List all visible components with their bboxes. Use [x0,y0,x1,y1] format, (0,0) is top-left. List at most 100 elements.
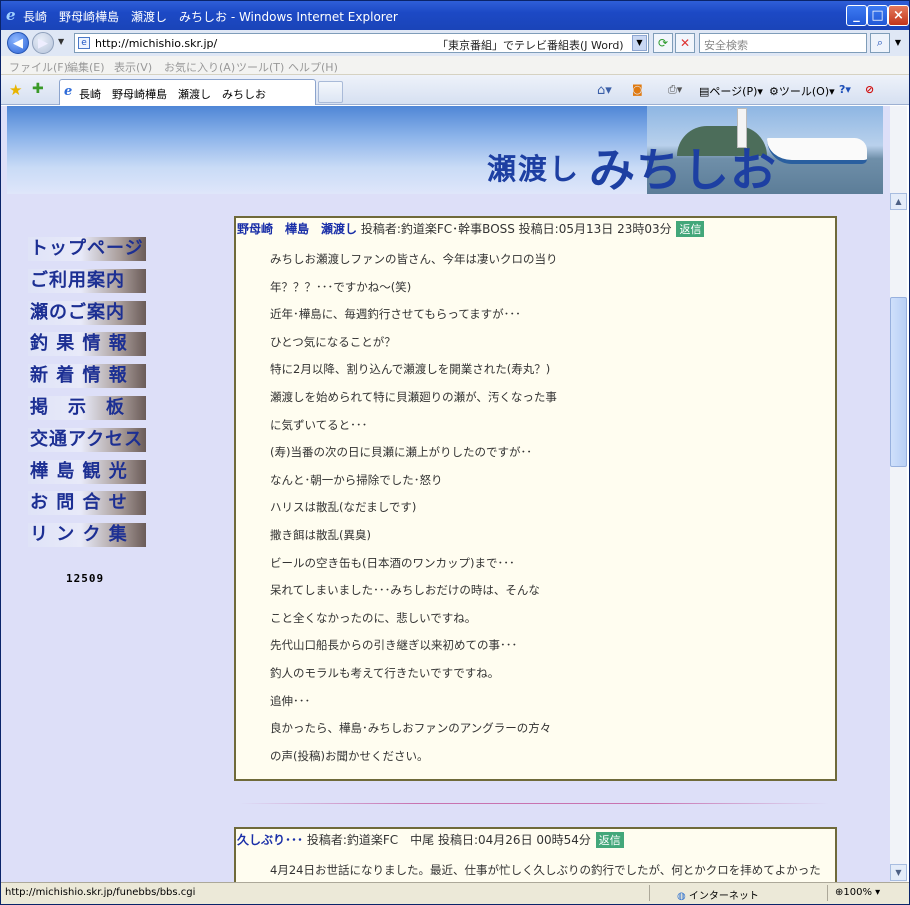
address-url[interactable]: http://michishio.skr.jp/ [95,37,217,50]
nav-contact[interactable]: お 問 合 せ [28,491,146,516]
visitor-counter: 12509 [66,572,105,585]
stop-button[interactable]: ✕ [675,33,695,53]
site-banner: 瀬渡し みちしお [7,106,883,197]
new-tab-button[interactable] [318,81,343,103]
post-line: (寿)当番の次の日に貝瀬に瀬上がりしたのですが･･ [270,445,532,460]
menu-help[interactable]: ヘルプ(H) [288,59,338,75]
zoom-control[interactable]: ⊕100% ▾ [835,887,880,898]
post-line: 撒き餌は散乱(異臭) [270,527,371,542]
close-button[interactable]: × [888,5,909,26]
zoom-level: 100% [843,887,872,898]
post-title: 久しぶり･･･ [237,833,304,847]
tools-menu-button[interactable]: ⚙ツール(O)▾ [769,83,835,99]
bbs-post: 野母崎 樺島 瀬渡し 投稿者:釣道楽FC･幹事BOSS 投稿日:05月13日 2… [234,216,837,781]
banner-title-large: みちしお [589,143,777,197]
nav-rocks[interactable]: 瀬のご案内 [28,300,146,325]
post-line: こと全くなかったのに、悲しいですね。 [270,610,477,625]
post-line: ビールの空き缶も(日本酒のワンカップ)まで･･･ [270,555,515,570]
browser-window: e 長崎 野母崎樺島 瀬渡し みちしお - Windows Internet E… [0,0,910,905]
security-zone: ◍ インターネット [677,887,759,902]
status-divider [827,885,828,901]
security-zone-label: インターネット [688,891,759,902]
nav-links[interactable]: リ ン ク 集 [28,523,146,548]
tools-menu-label: ツール(O) [778,85,830,98]
menu-file[interactable]: ファイル(F) [9,59,68,75]
scrollbar-gutter [890,106,907,193]
vertical-scrollbar[interactable]: ▲ ▼ [890,193,907,882]
status-divider [649,885,650,901]
maximize-button[interactable]: □ [867,5,888,26]
feeds-icon[interactable]: ◙ [632,83,643,96]
side-nav: トップページ ご利用案内 瀬のご案内 釣 果 情 報 新 着 情 報 掲 示 板… [28,237,148,555]
post-header: 野母崎 樺島 瀬渡し 投稿者:釣道楽FC･幹事BOSS 投稿日:05月13日 2… [237,220,705,237]
tab-bar: ★ ✚ e 長崎 野母崎樺島 瀬渡し みちしお ⌂▾ ◙ ⎙▾ ▤ページ(P)▾… [1,75,909,105]
refresh-button[interactable]: ⟳ [653,33,673,53]
search-button[interactable]: ⌕ [870,33,890,53]
tab-active[interactable]: e 長崎 野母崎樺島 瀬渡し みちしお [59,79,316,105]
post-line: 近年･樺島に、毎週釣行させてもらってますが･･･ [270,307,521,322]
nav-bbs[interactable]: 掲 示 板 [28,395,146,420]
post-meta: 投稿者:釣道楽FC･幹事BOSS 投稿日:05月13日 23時03分 [360,222,672,236]
post-line: 釣人のモラルも考えて行きたいですですね。 [270,665,500,680]
help-icon[interactable]: ?▾ [839,83,851,96]
post-line: 年？？？･･･ですかね～(笑) [270,279,412,294]
tab-ie-icon: e [64,84,73,99]
nav-news[interactable]: 新 着 情 報 [28,364,146,389]
page-icon: e [78,37,90,49]
address-ad-link[interactable]: 「東京番組」でテレビ番組表(J Word) [437,37,624,53]
post-line: 呆れてしまいました･･･みちしおだけの時は、そんな [270,583,540,598]
post-line: 特に2月以降、割り込んで瀬渡しを開業された(寿丸？) [270,362,551,377]
status-url: http://michishio.skr.jp/funebbs/bbs.cgi [5,887,196,898]
scroll-down-icon[interactable]: ▼ [890,864,907,881]
nav-guide[interactable]: ご利用案内 [28,268,146,293]
nav-top[interactable]: トップページ [28,237,146,261]
scrollbar-thumb[interactable] [890,297,907,467]
minimize-button[interactable]: _ [846,5,867,26]
reply-button[interactable]: 返信 [595,832,624,848]
address-row: ◀ ▶ ▼ e http://michishio.skr.jp/ 「東京番組」で… [1,30,909,56]
research-icon[interactable]: ⊘ [865,83,874,96]
menu-edit[interactable]: 編集(E) [67,59,105,75]
reply-button[interactable]: 返信 [676,221,705,237]
post-line: ハリスは散乱(なだましです) [270,500,417,515]
print-icon[interactable]: ⎙▾ [668,83,682,97]
post-body: 4月24日お世話になりました。最近、仕事が忙しく久しぶりの釣行でしたが、何とかク… [270,857,821,882]
favorites-star-icon[interactable]: ★ [9,81,22,99]
nav-sightseeing[interactable]: 樺 島 観 光 [28,459,146,484]
menu-view[interactable]: 表示(V) [114,59,152,75]
window-title: 長崎 野母崎樺島 瀬渡し みちしお - Windows Internet Exp… [23,10,398,24]
back-button[interactable]: ◀ [7,32,29,54]
scroll-up-icon[interactable]: ▲ [890,193,907,210]
post-line: に気ずいてると･･･ [270,417,368,432]
bbs-post: 久しぶり･･･ 投稿者:釣道楽FC 中尾 投稿日:04月26日 00時54分 返… [234,827,837,882]
home-icon[interactable]: ⌂▾ [597,83,612,98]
add-favorite-icon[interactable]: ✚ [32,81,44,97]
page-menu-button[interactable]: ▤ページ(P)▾ [699,83,763,99]
menu-favorites[interactable]: お気に入り(A) [164,59,235,75]
post-line: の声(投稿)お聞かせください。 [270,748,429,763]
page-menu-label: ページ(P) [709,85,758,98]
post-body: みちしお瀬渡しファンの皆さん、今年は凄いクロの当り 年？？？･･･ですかね～(笑)… [270,246,558,770]
title-bar: e 長崎 野母崎樺島 瀬渡し みちしお - Windows Internet E… [1,1,909,30]
nav-access[interactable]: 交通アクセス [28,427,146,452]
ie-logo-icon: e [6,6,16,24]
banner-boat [767,138,867,164]
post-divider [239,803,829,804]
status-bar: http://michishio.skr.jp/funebbs/bbs.cgi … [1,882,909,904]
page-viewport: 瀬渡し みちしお トップページ ご利用案内 瀬のご案内 釣 果 情 報 新 着 … [1,106,890,882]
search-input[interactable]: 安全検索 [699,33,867,53]
post-line: なんと･朝一から掃除でした･怒り [270,472,443,487]
post-title: 野母崎 樺島 瀬渡し [237,222,358,236]
post-line: 良かったら、樺島･みちしおファンのアングラーの方々 [270,721,552,736]
search-dropdown-icon[interactable]: ▼ [891,33,905,53]
menu-tools[interactable]: ツール(T) [236,59,284,75]
forward-button[interactable]: ▶ [32,32,54,54]
banner-title-small: 瀬渡し [487,152,581,186]
globe-icon: ◍ [677,891,689,902]
nav-catch-report[interactable]: 釣 果 情 報 [28,332,146,357]
address-bar[interactable]: e http://michishio.skr.jp/ 「東京番組」でテレビ番組表… [74,33,649,53]
address-dropdown-icon[interactable]: ▼ [632,35,647,51]
post-line: みちしお瀬渡しファンの皆さん、今年は凄いクロの当り [270,252,558,266]
post-line: ひとつ気になることが？ [270,334,396,349]
history-dropdown-icon[interactable]: ▼ [58,37,64,46]
